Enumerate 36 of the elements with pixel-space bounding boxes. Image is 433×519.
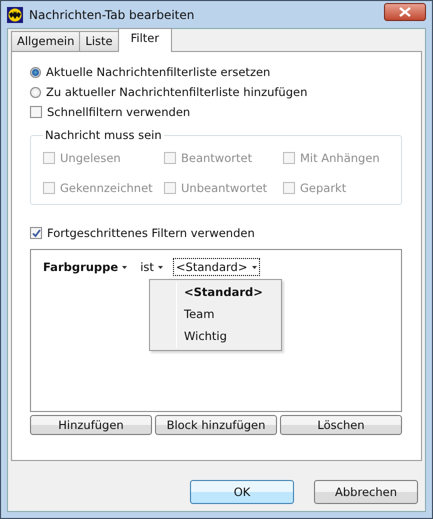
menu-item[interactable]: <Standard> — [176, 282, 281, 304]
dialog-button[interactable]: OK — [190, 480, 294, 504]
tab[interactable]: Allgemein — [11, 31, 80, 52]
close-button[interactable] — [384, 2, 426, 20]
checkbox-label: Gekennzeichnet — [60, 181, 153, 195]
window-title: Nachrichten-Tab bearbeiten — [29, 8, 196, 22]
checkbox-label: Schnellfiltern verwenden — [47, 105, 190, 119]
radio-label: Zu aktueller Nachrichtenfilterliste hinzufügen — [46, 85, 308, 99]
dialog-button[interactable]: Abbrechen — [314, 480, 418, 504]
menu-item[interactable]: Wichtig — [176, 326, 281, 348]
radio-label: Aktuelle Nachrichtenfilterliste ersetzen — [46, 65, 270, 79]
value-selector[interactable]: <Standard> — [174, 259, 258, 275]
close-icon — [399, 6, 411, 16]
tab[interactable]: Liste — [79, 31, 119, 52]
menu-item[interactable]: Team — [176, 304, 281, 326]
caret-icon — [252, 266, 256, 268]
checkbox-label: Ungelesen — [60, 151, 121, 165]
checkbox-label: Unbeantwortet — [181, 181, 268, 195]
field-selector[interactable]: Farbgruppe — [41, 259, 130, 275]
bat-logo-icon — [7, 6, 23, 22]
caret-icon — [122, 266, 128, 268]
tab[interactable]: Filter — [118, 28, 172, 52]
operator-selector[interactable]: ist — [138, 259, 165, 275]
rule-button[interactable]: Löschen — [280, 415, 402, 435]
rule-button[interactable]: Hinzufügen — [30, 415, 152, 435]
checkbox[interactable] — [30, 106, 42, 118]
checkbox-label: Mit Anhängen — [300, 151, 380, 165]
group-title: Nachricht muss sein — [44, 128, 163, 142]
rule-button[interactable]: Block hinzufügen — [155, 415, 277, 435]
checkbox-label: Beantwortet — [181, 151, 252, 165]
radio-button[interactable] — [30, 66, 41, 78]
checkbox[interactable] — [30, 227, 42, 239]
checkbox-label: Fortgeschrittenes Filtern verwenden — [47, 226, 255, 240]
caret-icon — [158, 266, 163, 268]
checkbox-label: Geparkt — [300, 181, 346, 195]
radio-button[interactable] — [30, 86, 41, 98]
